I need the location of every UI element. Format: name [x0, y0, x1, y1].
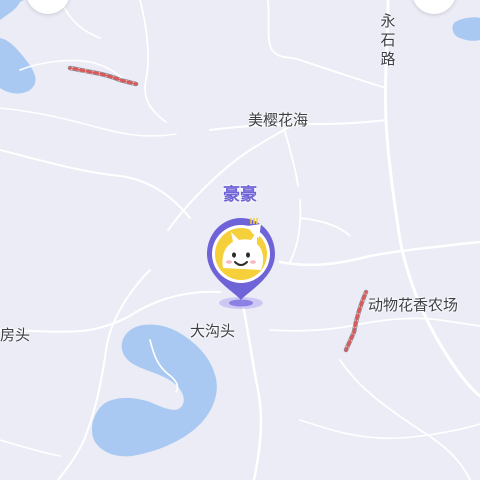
lake-right — [452, 17, 480, 41]
label-dongwu: 动物花香农场 — [368, 296, 459, 314]
road-west — [0, 290, 221, 333]
road-curve-right — [289, 199, 302, 263]
lake-top-left-strip — [0, 0, 24, 20]
road-tl-curve — [19, 59, 131, 85]
lake-dagou — [92, 324, 217, 457]
road-east-mid — [278, 240, 480, 267]
road-small-1 — [0, 107, 177, 137]
road-north-1 — [139, 0, 167, 123]
road-meiying-south — [283, 127, 299, 187]
road-east-lower — [269, 317, 480, 332]
road-diag-2 — [0, 149, 191, 219]
road-main-ns — [240, 298, 263, 480]
label-road-yongshi: 永石路 — [380, 12, 396, 68]
road-small-2 — [59, 0, 101, 39]
road-right-stub — [299, 217, 351, 237]
label-dagoutou: 大沟头 — [190, 322, 236, 340]
road-ne — [299, 59, 387, 89]
pin-name-label: 豪豪 — [223, 185, 257, 205]
road-right-bottom — [299, 419, 480, 440]
label-fangtou: 房头 — [0, 326, 31, 344]
location-pin[interactable] — [201, 212, 281, 304]
road-north-2 — [267, 0, 301, 61]
rail-top-left-red — [68, 66, 138, 86]
road-yongshi — [383, 0, 480, 398]
map-canvas[interactable]: 永石路 美樱花海 大沟头 动物花香农场 房头 豪豪 — [0, 0, 480, 480]
road-bottom — [0, 439, 61, 457]
road-se — [339, 359, 471, 480]
label-meiyinghuahai: 美樱花海 — [248, 111, 309, 129]
pin-marker-shape — [207, 218, 275, 300]
